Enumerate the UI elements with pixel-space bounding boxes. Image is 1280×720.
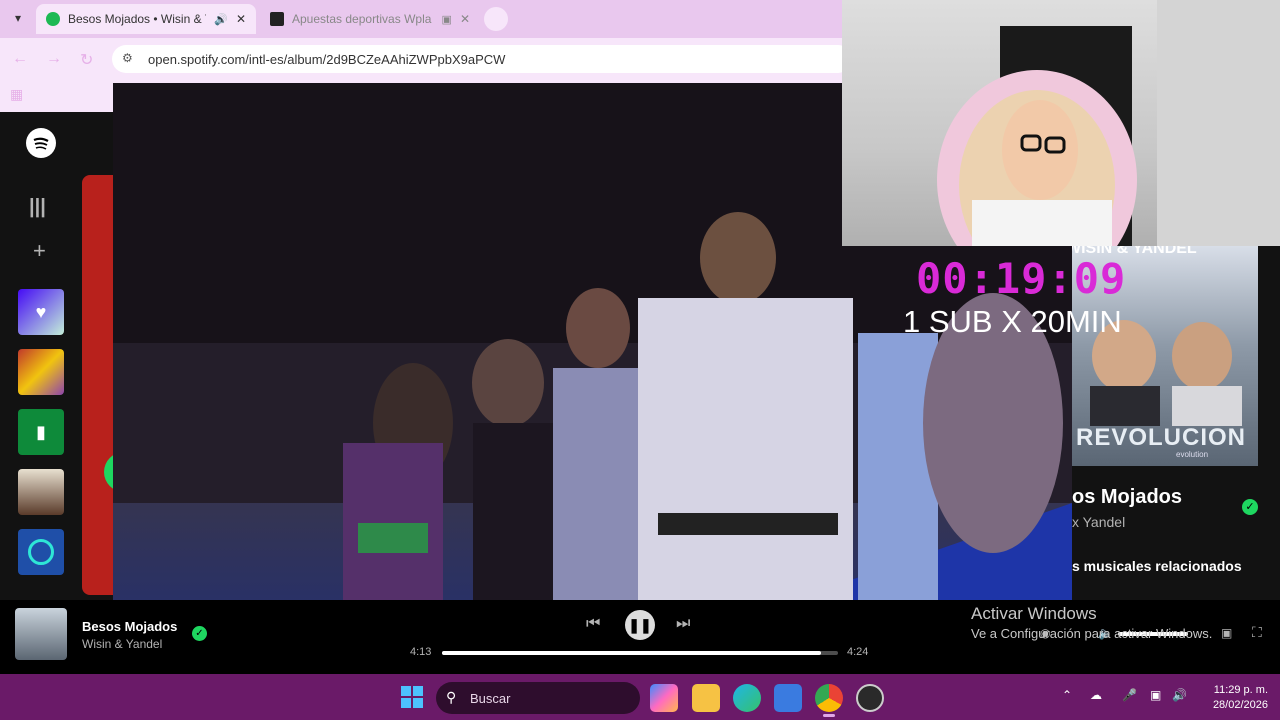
library-icon[interactable]: |||	[29, 196, 46, 219]
album-art-title-text: REVOLUCION	[1076, 424, 1247, 451]
stream-timer: 00:19:09	[916, 254, 1127, 303]
apps-grid-icon[interactable]: ▦	[10, 86, 23, 103]
windows-activation-subtitle: Ve a Configuración para activar Windows.	[971, 626, 1213, 641]
picture-in-picture-icon[interactable]: ▣	[442, 13, 452, 26]
network-icon[interactable]: ▣	[1150, 688, 1161, 702]
album-art-subtitle-text: evolution	[1176, 450, 1209, 459]
windows-taskbar	[0, 674, 1280, 720]
file-explorer-icon[interactable]	[692, 684, 720, 712]
clock-time: 11:29 p. m.	[1213, 684, 1268, 696]
album-title: os Mojados	[1072, 486, 1183, 508]
clock-date: 28/02/2026	[1212, 699, 1268, 711]
miniplayer-icon[interactable]: ▣	[1221, 626, 1232, 640]
now-playing-cover[interactable]	[15, 608, 67, 660]
edge-icon[interactable]	[733, 684, 761, 712]
next-track-icon[interactable]: ⏭	[676, 615, 690, 633]
forward-arrow-icon[interactable]: →	[46, 50, 62, 68]
reload-icon[interactable]: ↻	[80, 50, 93, 70]
search-icon: ⚲	[446, 689, 457, 705]
taskbar-clock[interactable]: 11:29 p. m. 28/02/2026	[1200, 683, 1268, 713]
chevron-up-icon[interactable]: ⌃	[1062, 688, 1072, 702]
taskbar-search-box[interactable]: ⚲ Buscar	[436, 682, 640, 714]
site-info-icon[interactable]: ⚙	[122, 51, 133, 65]
microphone-icon[interactable]: 🎤	[1122, 688, 1137, 702]
cloud-icon[interactable]: ☁	[1090, 688, 1102, 702]
webcam-feed	[842, 0, 1280, 246]
obs-icon[interactable]	[856, 684, 884, 712]
chrome-active-indicator	[823, 714, 835, 717]
playlist-cover[interactable]	[18, 469, 64, 515]
tab-title: Apuestas deportivas Wpla	[292, 12, 432, 26]
playback-progress-bar[interactable]	[442, 651, 838, 655]
dj-cover[interactable]	[18, 529, 64, 575]
previous-track-icon[interactable]: ⏮	[586, 615, 600, 633]
tab-wplay[interactable]: Apuestas deportivas Wpla ▣ ✕	[260, 4, 480, 34]
plus-icon[interactable]: +	[33, 238, 46, 264]
playback-progress-fill	[442, 651, 821, 655]
chrome-icon[interactable]	[815, 684, 843, 712]
total-time: 4:24	[847, 646, 869, 658]
saved-episodes-cover[interactable]: ▮	[18, 409, 64, 455]
playlist-cover[interactable]	[18, 349, 64, 395]
saved-check-icon[interactable]: ✓	[192, 626, 207, 641]
wplay-favicon-icon	[270, 12, 284, 26]
fullscreen-icon[interactable]: ⛶	[1252, 624, 1262, 641]
windows-activation-title: Activar Windows	[971, 604, 1097, 623]
album-artist[interactable]: x Yandel	[1072, 514, 1125, 530]
copilot-icon[interactable]	[650, 684, 678, 712]
now-playing-title[interactable]: Besos Mojados	[82, 619, 177, 634]
speaker-icon[interactable]: 🔊	[1172, 688, 1187, 702]
now-playing-artist[interactable]: Wisin & Yandel	[82, 637, 162, 651]
spotify-favicon-icon	[46, 12, 60, 26]
tab-search-chevron-icon[interactable]: ▾	[8, 8, 28, 28]
search-label: Buscar	[470, 690, 511, 706]
address-bar[interactable]: ⚙ open.spotify.com/intl-es/album/2d9BCZe…	[112, 45, 852, 73]
stream-sub-goal-text: 1 SUB X 20MIN	[903, 304, 1122, 339]
tab-spotify[interactable]: Besos Mojados • Wisin & Y 🔊 ✕	[36, 4, 256, 34]
back-arrow-icon[interactable]: ←	[12, 50, 28, 68]
windows-start-icon[interactable]	[401, 686, 423, 708]
speaker-icon[interactable]: 🔊	[214, 13, 228, 26]
pause-button[interactable]: ❚❚	[625, 610, 655, 640]
related-videos-heading: s musicales relacionados	[1072, 558, 1242, 574]
liked-songs-cover[interactable]: ♥	[18, 289, 64, 335]
tab-title: Besos Mojados • Wisin & Y	[68, 12, 207, 26]
microsoft-store-icon[interactable]	[774, 684, 802, 712]
close-tab-icon[interactable]: ✕	[460, 12, 470, 26]
new-tab-button[interactable]	[484, 7, 508, 31]
url-text: open.spotify.com/intl-es/album/2d9BCZeAA…	[148, 51, 506, 67]
saved-check-icon[interactable]: ✓	[1242, 499, 1258, 515]
elapsed-time: 4:13	[410, 646, 432, 658]
close-tab-icon[interactable]: ✕	[236, 12, 246, 26]
spotify-logo-icon[interactable]	[26, 128, 56, 158]
